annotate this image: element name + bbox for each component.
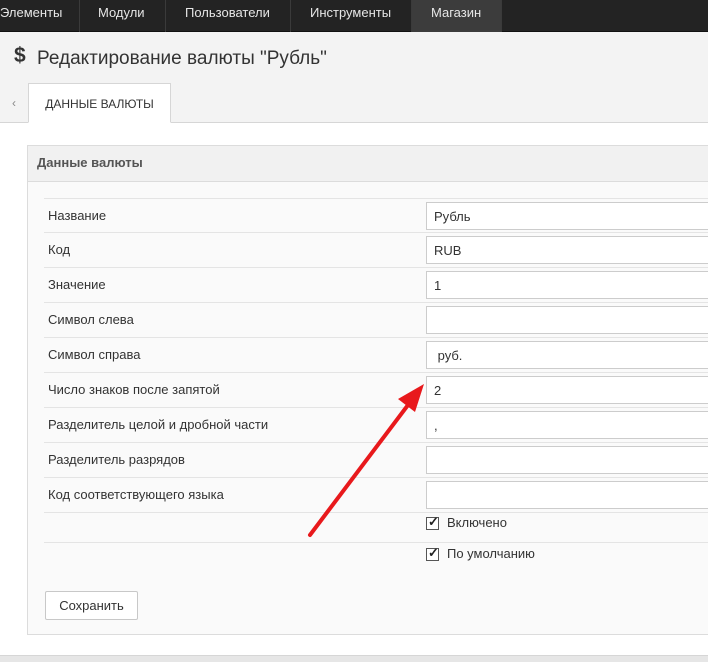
arrow-head: [398, 384, 424, 412]
arrow-line: [308, 403, 410, 537]
annotation-arrow: [308, 384, 424, 537]
